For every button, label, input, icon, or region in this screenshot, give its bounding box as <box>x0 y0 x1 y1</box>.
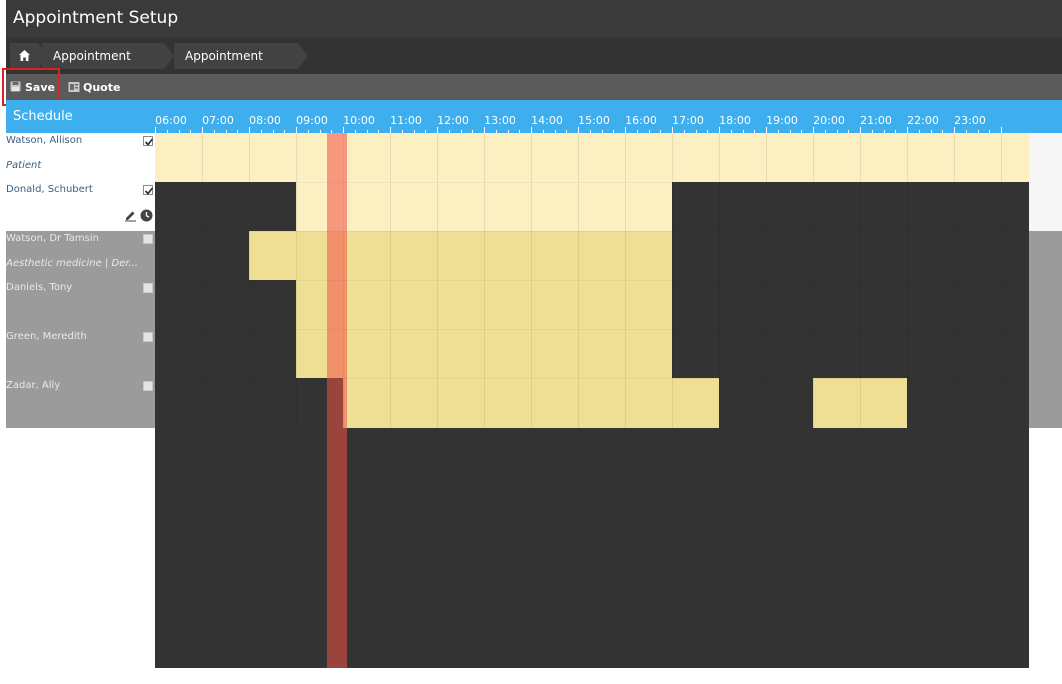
hour-label: 14:00 <box>531 114 563 127</box>
hour-label: 08:00 <box>249 114 281 127</box>
breadcrumb-appointment-setup[interactable]: Appointment Setup <box>174 43 308 89</box>
clock-icon[interactable] <box>140 209 153 222</box>
checkmark-icon <box>144 138 154 146</box>
hour-label: 09:00 <box>296 114 328 127</box>
resource-checkbox[interactable] <box>143 332 153 342</box>
availability-block[interactable] <box>155 133 1029 182</box>
right-strip-selected <box>1029 133 1062 231</box>
availability-block[interactable] <box>249 231 672 280</box>
hour-label: 10:00 <box>343 114 375 127</box>
checkmark-icon <box>144 187 154 195</box>
resource-name: Green, Meredith <box>6 331 87 342</box>
grid-row-line <box>155 378 1029 379</box>
grid-row-line <box>155 329 1029 330</box>
toolbar: Save Quote <box>6 74 1062 100</box>
hour-label: 19:00 <box>766 114 798 127</box>
hour-label: 06:00 <box>155 114 187 127</box>
breadcrumb-appointment-home[interactable]: Appointment Home <box>42 43 174 89</box>
grid-row-line <box>155 182 1029 183</box>
resource-name: Zadar, Ally <box>6 380 61 391</box>
hour-label: 20:00 <box>813 114 845 127</box>
hour-label: 07:00 <box>202 114 234 127</box>
quote-icon <box>68 82 80 92</box>
hour-label: 21:00 <box>860 114 892 127</box>
resource-subtitle: Patient <box>6 160 42 171</box>
breadcrumb: Appointment Home Appointment Setup <box>6 38 1062 89</box>
resource-checkbox[interactable] <box>143 381 153 391</box>
resource-checkbox[interactable] <box>143 136 154 146</box>
resource-name: Watson, Allison <box>6 135 83 146</box>
hour-label: 23:00 <box>954 114 986 127</box>
hour-label: 11:00 <box>390 114 422 127</box>
resource-subtitle: Aesthetic medicine | Der... <box>6 258 139 269</box>
window-title: Appointment Setup <box>13 8 179 28</box>
hour-label: 17:00 <box>672 114 704 127</box>
quote-button[interactable]: Quote <box>68 74 124 100</box>
hour-label: 12:00 <box>437 114 469 127</box>
current-time-indicator <box>327 133 347 668</box>
hour-label: 22:00 <box>907 114 939 127</box>
breadcrumb-home[interactable] <box>10 43 48 69</box>
grid-row-line <box>155 231 1029 232</box>
grid-row-line <box>155 280 1029 281</box>
edit-icon[interactable] <box>124 209 137 222</box>
hour-label: 18:00 <box>719 114 751 127</box>
schedule-label: Schedule <box>13 109 73 124</box>
title-bar: Appointment Setup <box>6 0 1062 38</box>
resource-checkbox[interactable] <box>143 185 154 195</box>
resource-name: Daniels, Tony <box>6 282 73 293</box>
right-strip-unselected <box>1029 231 1062 428</box>
resource-name: Donald, Schubert <box>6 184 93 195</box>
hour-label: 13:00 <box>484 114 516 127</box>
resource-name: Watson, Dr Tamsin <box>6 233 99 244</box>
hour-label: 16:00 <box>625 114 657 127</box>
resource-checkbox[interactable] <box>143 283 153 293</box>
hour-label: 15:00 <box>578 114 610 127</box>
home-icon <box>19 50 30 61</box>
quote-label: Quote <box>83 81 121 94</box>
resource-checkbox[interactable] <box>143 234 153 244</box>
